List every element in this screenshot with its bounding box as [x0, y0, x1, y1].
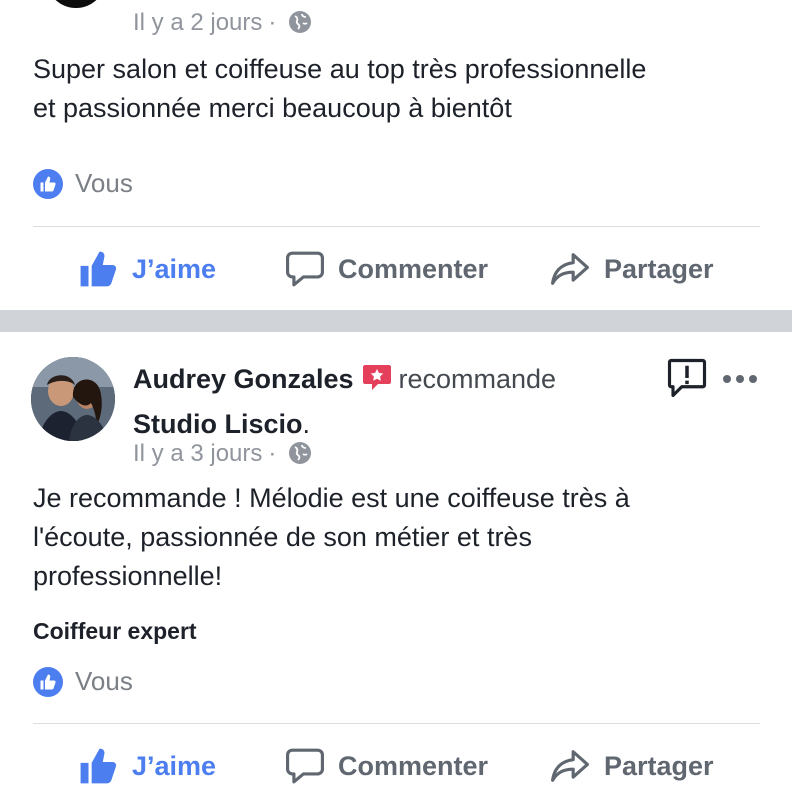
share-icon [551, 750, 589, 782]
report-button[interactable] [666, 357, 708, 404]
post1-text: Super salon et coiffeuse au top très pro… [33, 54, 647, 123]
avatar-partial[interactable] [46, 0, 106, 8]
comment-icon [286, 748, 324, 784]
divider [33, 226, 760, 227]
recommend-badge-icon [362, 364, 392, 406]
report-icon [667, 358, 707, 398]
recommendation-tag: Coiffeur expert [33, 618, 197, 644]
post2-time[interactable]: Il y a 3 jours [133, 440, 262, 467]
thumbs-up-icon [80, 251, 117, 287]
post2-text: Je recommande ! Mélodie est une coiffeus… [33, 483, 630, 591]
like-badge-icon [33, 168, 63, 199]
share-icon [551, 253, 589, 285]
page-name[interactable]: Studio Liscio [133, 409, 303, 439]
post1-time[interactable]: Il y a 2 jours [133, 9, 262, 36]
share-button[interactable]: Partager [550, 747, 714, 785]
comment-button[interactable]: Commenter [286, 250, 488, 288]
like-button[interactable]: J’aime [78, 747, 216, 785]
post2-reactions[interactable]: Vous [33, 666, 133, 697]
author-name[interactable]: Audrey Gonzales [133, 364, 354, 394]
post1-meta: Il y a 2 jours · [133, 9, 312, 41]
comment-icon [286, 251, 324, 287]
post1-reactions[interactable]: Vous [33, 168, 133, 199]
avatar[interactable] [31, 357, 115, 441]
post2-meta: Il y a 3 jours · [133, 440, 312, 472]
globe-icon [288, 441, 312, 472]
share-button[interactable]: Partager [550, 250, 714, 288]
more-icon [723, 375, 757, 383]
thumbs-up-icon [80, 748, 117, 784]
recommend-verb: recommande [398, 364, 557, 394]
post2-header: Audrey Gonzales recommande Studio Liscio… [133, 364, 557, 439]
like-button[interactable]: J’aime [78, 250, 216, 288]
more-button[interactable] [721, 372, 759, 390]
divider [33, 723, 760, 724]
comment-button[interactable]: Commenter [286, 747, 488, 785]
globe-icon [288, 10, 312, 41]
like-badge-icon [33, 666, 63, 697]
post-separator [0, 310, 792, 332]
